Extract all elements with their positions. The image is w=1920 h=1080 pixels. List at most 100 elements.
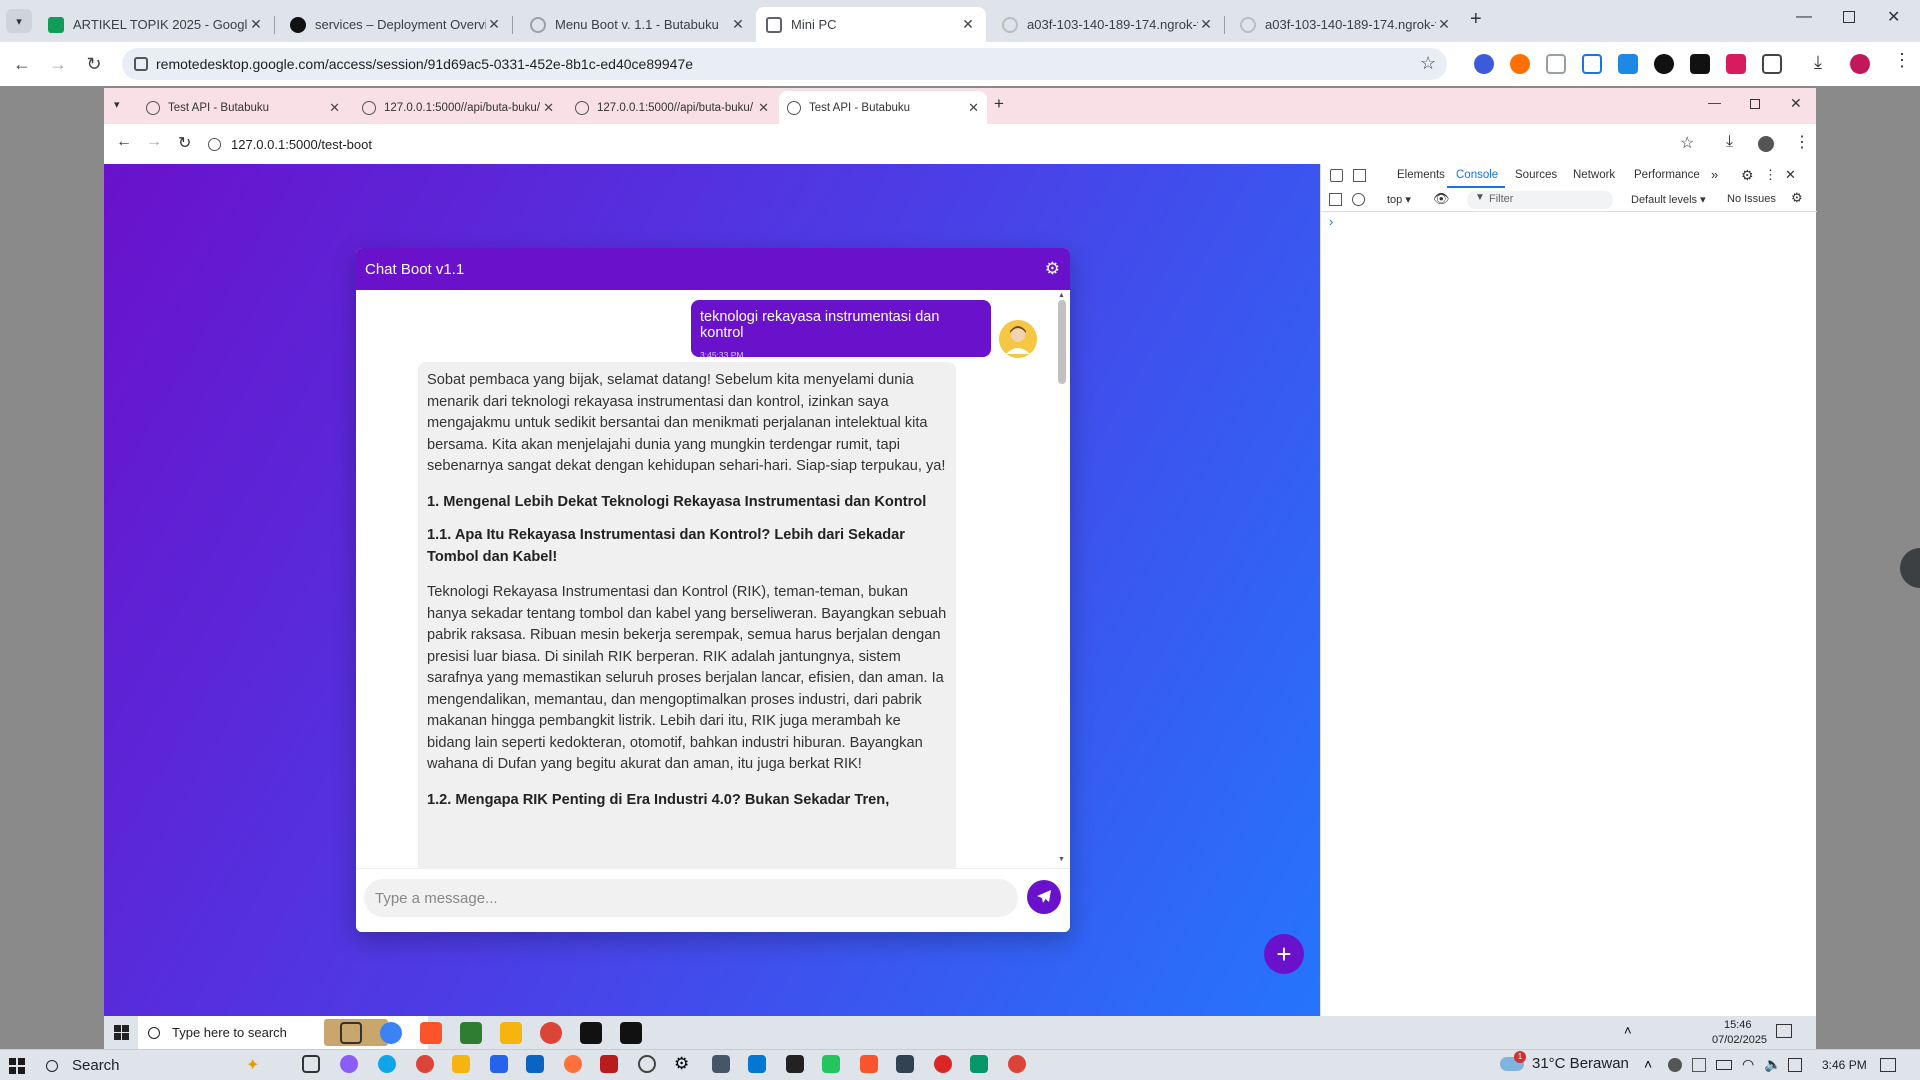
vscode-icon[interactable] [748, 1055, 766, 1073]
close-window-button[interactable]: ✕ [1790, 95, 1802, 112]
inner-tab-3[interactable]: 127.0.0.1:5000//api/buta-buku/ ✕ [567, 91, 777, 124]
info-icon[interactable] [208, 137, 221, 151]
outer-tab-3[interactable]: Menu Boot v. 1.1 - Butabuku ✕ [520, 7, 756, 42]
menu-icon[interactable]: ⋮ [1764, 167, 1777, 183]
inner-tab-2[interactable]: 127.0.0.1:5000//api/buta-buku/ ✕ [354, 91, 562, 124]
extension-icon[interactable] [1510, 54, 1530, 74]
record-icon[interactable] [934, 1055, 952, 1073]
task-view-icon[interactable] [340, 1022, 362, 1044]
outer-address-bar[interactable]: remotedesktop.google.com/access/session/… [122, 48, 1447, 80]
chrome-icon[interactable] [416, 1055, 434, 1073]
tab-search-button[interactable]: ▾ [114, 98, 120, 111]
tray-icon[interactable] [1692, 1058, 1706, 1072]
inner-tab-1[interactable]: Test API - Butabuku ✕ [138, 91, 348, 124]
task-view-icon[interactable] [302, 1055, 320, 1073]
chrome-icon[interactable] [540, 1022, 562, 1044]
menu-icon[interactable]: ⋮ [1893, 50, 1911, 71]
download-icon[interactable]: ⤓ [1726, 133, 1733, 151]
close-icon[interactable]: ✕ [1198, 16, 1214, 33]
restore-button[interactable] [1750, 99, 1760, 109]
back-button[interactable]: ← [8, 50, 36, 78]
log-levels-select[interactable]: Default levels ▾ [1631, 193, 1706, 206]
app-icon[interactable] [970, 1055, 988, 1073]
clear-console-icon[interactable] [1352, 193, 1365, 206]
menu-icon[interactable]: ⋮ [1794, 132, 1810, 152]
outer-tab-5[interactable]: a03f-103-140-189-174.ngrok-fr ✕ [992, 7, 1225, 42]
extension-icon[interactable] [1726, 54, 1746, 74]
copilot-icon[interactable] [340, 1055, 358, 1073]
add-button[interactable]: + [1264, 934, 1304, 974]
extension-icon[interactable] [1690, 54, 1710, 74]
outer-tab-4[interactable]: Mini PC ✕ [756, 7, 986, 42]
message-input[interactable]: Type a message... [364, 879, 1018, 917]
wifi-icon[interactable]: ◠ [1742, 1056, 1754, 1073]
puzzle-icon[interactable] [1762, 54, 1782, 74]
send-button[interactable] [1027, 880, 1061, 914]
game-icon[interactable] [460, 1022, 482, 1044]
windows-start-icon[interactable] [9, 1058, 25, 1074]
extension-icon[interactable] [1654, 54, 1674, 74]
filezilla-icon[interactable] [600, 1055, 618, 1073]
notification-icon[interactable] [1776, 1024, 1792, 1038]
side-panel-toggle[interactable] [1900, 548, 1920, 588]
firefox-icon[interactable] [564, 1055, 582, 1073]
gear-icon[interactable]: ⚙ [1741, 167, 1754, 184]
back-button[interactable]: ← [116, 133, 132, 151]
close-icon[interactable]: ✕ [543, 100, 554, 116]
inspect-icon[interactable] [1330, 169, 1343, 182]
terminal-icon[interactable] [786, 1055, 804, 1073]
tray-clock-date[interactable]: 07/02/2025 [1712, 1034, 1767, 1046]
new-tab-button[interactable]: + [994, 94, 1004, 114]
folder-icon[interactable] [452, 1055, 470, 1073]
new-tab-button[interactable]: + [1470, 8, 1482, 31]
copilot-icon[interactable] [380, 1022, 402, 1044]
forward-button[interactable]: → [146, 133, 162, 151]
close-icon[interactable]: ✕ [960, 16, 976, 33]
taskbar-search[interactable]: Search [46, 1057, 120, 1074]
more-tabs-icon[interactable]: » [1711, 167, 1718, 182]
tray-clock-time[interactable]: 15:46 [1724, 1019, 1752, 1031]
minimize-button[interactable]: — [1708, 95, 1721, 110]
brave-icon[interactable] [860, 1055, 878, 1073]
restore-button[interactable] [1843, 11, 1855, 23]
calculator-icon[interactable] [896, 1055, 914, 1073]
extension-icon[interactable] [1582, 54, 1602, 74]
scrollbar-thumb[interactable] [1058, 300, 1066, 384]
reload-button[interactable]: ↻ [80, 50, 108, 78]
inner-tab-4[interactable]: Test API - Butabuku ✕ [779, 91, 987, 124]
extension-icon[interactable] [1618, 54, 1638, 74]
close-icon[interactable]: ✕ [329, 100, 340, 116]
close-icon[interactable]: ✕ [968, 100, 979, 116]
close-window-button[interactable]: ✕ [1887, 7, 1900, 27]
gear-icon[interactable]: ⚙ [1791, 190, 1803, 206]
outer-tab-1[interactable]: ARTIKEL TOPIK 2025 - Google S ✕ [38, 7, 275, 42]
folder-icon[interactable] [500, 1022, 522, 1044]
app-icon[interactable] [620, 1022, 642, 1044]
outer-tab-2[interactable]: services – Deployment Overvie ✕ [280, 7, 513, 42]
store-icon[interactable] [490, 1055, 508, 1073]
windows-start-icon[interactable] [114, 1025, 129, 1040]
outlook-icon[interactable] [526, 1055, 544, 1073]
sidebar-icon[interactable] [1329, 193, 1342, 206]
download-icon[interactable]: ⤓ [1814, 52, 1822, 73]
avatar[interactable] [1758, 136, 1774, 152]
extension-icon[interactable] [1474, 54, 1494, 74]
devtools-tab-console[interactable]: Console [1456, 169, 1498, 181]
tray-icon[interactable] [1788, 1058, 1802, 1072]
chevron-up-icon[interactable]: ˄ [1644, 1056, 1652, 1072]
battery-icon[interactable] [1716, 1060, 1732, 1070]
devtools-tab-sources[interactable]: Sources [1515, 169, 1557, 181]
bookmark-star-icon[interactable]: ☆ [1680, 133, 1694, 153]
close-icon[interactable]: ✕ [758, 100, 769, 116]
avatar[interactable] [1850, 54, 1870, 74]
close-icon[interactable]: ✕ [730, 16, 746, 33]
notepad-icon[interactable] [822, 1055, 840, 1073]
reload-button[interactable]: ↻ [178, 133, 191, 153]
devtools-tab-elements[interactable]: Elements [1397, 169, 1445, 181]
volume-icon[interactable]: 🔈 [1764, 1056, 1781, 1073]
site-info-icon[interactable] [134, 57, 148, 71]
notification-icon[interactable] [1880, 1058, 1896, 1072]
close-icon[interactable]: ✕ [1436, 16, 1452, 33]
console-prompt[interactable]: › [1329, 214, 1333, 229]
outer-tab-6[interactable]: a03f-103-140-189-174.ngrok-fr ✕ [1230, 7, 1462, 42]
